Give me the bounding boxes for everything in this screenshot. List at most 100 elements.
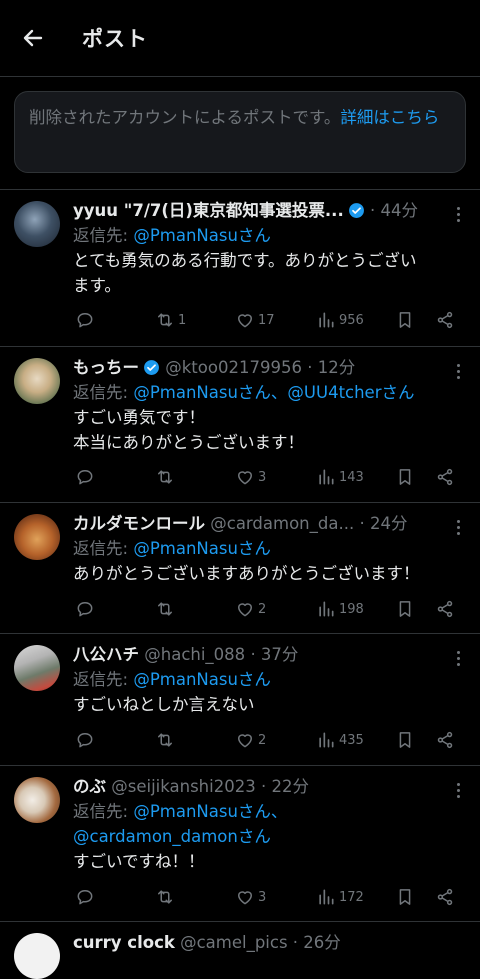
like-button[interactable]: 3	[235, 466, 266, 488]
reply-mention[interactable]: @PmanNasuさん、	[133, 802, 287, 821]
repost-icon	[158, 313, 172, 327]
reply-context: 返信先: @PmanNasuさん、@UU4tcherさん	[73, 380, 466, 405]
share-button[interactable]	[435, 729, 455, 751]
share-icon	[437, 888, 453, 906]
bookmark-button[interactable]	[395, 598, 415, 620]
share-icon	[437, 600, 453, 618]
reply-post[interactable]: yyuu "7/7(日)東京都知事選投票... · 44分 返信先: @Pman…	[0, 190, 480, 347]
avatar[interactable]	[14, 645, 60, 691]
reply-button[interactable]	[75, 886, 95, 908]
timestamp[interactable]: · 22分	[261, 777, 309, 796]
reply-context: 返信先: @PmanNasuさん	[73, 667, 466, 692]
reply-button[interactable]	[75, 729, 95, 751]
post-text: すごいねとしか言えない	[73, 695, 255, 714]
views-icon	[319, 312, 334, 328]
share-button[interactable]	[435, 598, 455, 620]
view-count: 198	[339, 601, 364, 617]
share-button[interactable]	[435, 466, 455, 488]
like-count: 2	[258, 601, 267, 617]
back-button[interactable]	[16, 21, 50, 55]
heart-icon	[238, 734, 252, 748]
reply-mention[interactable]: @cardamon_damonさん	[73, 827, 271, 846]
bookmark-button[interactable]	[395, 729, 415, 751]
display-name[interactable]: 八公ハチ	[73, 645, 139, 664]
views-button[interactable]: 172	[316, 886, 364, 908]
reply-post[interactable]: 八公ハチ @hachi_088 · 37分 返信先: @PmanNasuさん す…	[0, 634, 480, 766]
avatar[interactable]	[14, 777, 60, 823]
post-header: カルダモンロール @cardamon_da... · 24分	[73, 511, 466, 536]
avatar[interactable]	[14, 201, 60, 247]
reply-mention[interactable]: @PmanNasuさん	[133, 539, 271, 558]
post-header: 八公ハチ @hachi_088 · 37分	[73, 642, 466, 667]
timestamp[interactable]: · 12分	[307, 358, 355, 377]
reply-button[interactable]	[75, 466, 95, 488]
reply-context-continued: @cardamon_damonさん	[73, 824, 466, 849]
notice-text: 削除されたアカウントによるポストです。	[29, 108, 341, 127]
handle[interactable]: @ktoo02179956	[165, 358, 302, 377]
action-bar: 3 143	[73, 466, 466, 488]
reply-context: 返信先: @PmanNasuさん	[73, 223, 466, 248]
reply-post[interactable]: のぶ @seijikanshi2023 · 22分 返信先: @PmanNasu…	[0, 766, 480, 922]
views-button[interactable]: 198	[316, 598, 364, 620]
reply-post[interactable]: もっちー @ktoo02179956 · 12分 返信先: @PmanNasuさ…	[0, 347, 480, 503]
repost-button[interactable]	[155, 466, 178, 488]
view-count: 435	[339, 732, 364, 748]
timestamp[interactable]: · 44分	[370, 201, 418, 220]
more-options-button[interactable]	[456, 364, 462, 382]
reply-button[interactable]	[75, 309, 95, 331]
bookmark-button[interactable]	[395, 886, 415, 908]
reply-mention[interactable]: @PmanNasuさん	[133, 226, 271, 245]
learn-more-link[interactable]: 詳細はこちら	[340, 108, 439, 127]
bookmark-button[interactable]	[395, 309, 415, 331]
handle[interactable]: @hachi_088	[144, 645, 245, 664]
avatar[interactable]	[14, 933, 60, 979]
share-button[interactable]	[435, 309, 455, 331]
timestamp[interactable]: · 26分	[293, 933, 341, 952]
reply-label: 返信先:	[73, 802, 134, 821]
display-name[interactable]: yyuu "7/7(日)東京都知事選投票...	[73, 201, 344, 220]
bookmark-button[interactable]	[395, 466, 415, 488]
reply-mention[interactable]: @PmanNasuさん	[133, 670, 271, 689]
views-button[interactable]: 143	[316, 466, 364, 488]
handle[interactable]: @camel_pics	[180, 933, 287, 952]
timestamp[interactable]: · 24分	[359, 514, 407, 533]
heart-icon	[238, 891, 252, 905]
avatar[interactable]	[14, 514, 60, 560]
views-icon	[319, 601, 334, 617]
repost-button[interactable]	[155, 598, 178, 620]
display-name[interactable]: curry clock	[73, 933, 175, 952]
reply-post[interactable]: curry clock @camel_pics · 26分	[0, 922, 480, 979]
timestamp[interactable]: · 37分	[250, 645, 298, 664]
reply-button[interactable]	[75, 598, 95, 620]
more-options-button[interactable]	[456, 783, 462, 801]
display-name[interactable]: もっちー	[73, 358, 139, 377]
repost-button[interactable]	[155, 886, 178, 908]
like-button[interactable]: 3	[235, 886, 266, 908]
like-button[interactable]: 2	[235, 598, 266, 620]
handle[interactable]: @seijikanshi2023	[111, 777, 255, 796]
like-count: 17	[258, 312, 275, 328]
views-button[interactable]: 435	[316, 729, 364, 751]
share-button[interactable]	[435, 886, 455, 908]
more-options-button[interactable]	[456, 651, 462, 669]
views-icon	[319, 889, 334, 905]
handle[interactable]: @cardamon_da...	[210, 514, 354, 533]
repost-icon	[158, 733, 172, 747]
repost-button[interactable]: 1	[155, 309, 186, 331]
display-name[interactable]: カルダモンロール	[73, 514, 205, 533]
reply-mention[interactable]: @PmanNasuさん、@UU4tcherさん	[133, 383, 414, 402]
reply-icon	[77, 470, 93, 485]
display-name[interactable]: のぶ	[73, 777, 106, 796]
more-options-button[interactable]	[456, 520, 462, 538]
views-button[interactable]: 956	[316, 309, 364, 331]
bookmark-icon	[399, 889, 411, 905]
post-text: ありがとうございますありがとうございます！	[73, 564, 420, 583]
like-button[interactable]: 2	[235, 729, 266, 751]
repost-button[interactable]	[155, 729, 178, 751]
more-options-button[interactable]	[456, 207, 462, 225]
like-count: 3	[258, 889, 267, 905]
avatar[interactable]	[14, 358, 60, 404]
reply-post[interactable]: カルダモンロール @cardamon_da... · 24分 返信先: @Pma…	[0, 503, 480, 634]
like-button[interactable]: 17	[235, 309, 275, 331]
page-title: ポスト	[82, 27, 148, 51]
